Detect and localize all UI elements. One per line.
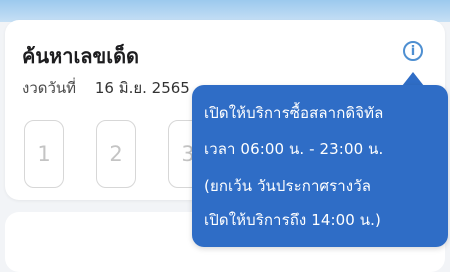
digit-box-1[interactable]: 1 <box>24 120 64 188</box>
tooltip-line-1: เปิดให้บริการซื้อสลากดิจิทัล <box>204 104 384 122</box>
draw-date-value: 16 มิ.ย. 2565 <box>94 79 190 97</box>
draw-date-row: งวดวันที่ 16 มิ.ย. 2565 <box>22 76 190 100</box>
tooltip-arrow <box>402 72 424 86</box>
tooltip-line-2: เวลา 06:00 น. - 23:00 น. <box>204 140 384 158</box>
tooltip-line-4: เปิดให้บริการถึง 14:00 น.) <box>204 211 381 229</box>
header-background <box>0 0 450 22</box>
info-icon[interactable]: i <box>403 41 423 61</box>
card-title: ค้นหาเลขเด็ด <box>22 44 140 68</box>
service-hours-tooltip: เปิดให้บริการซื้อสลากดิจิทัล เวลา 06:00 … <box>192 85 448 247</box>
draw-date-label: งวดวันที่ <box>22 79 77 97</box>
digit-box-2[interactable]: 2 <box>96 120 136 188</box>
tooltip-line-3: (ยกเว้น วันประกาศรางวัล <box>204 177 372 195</box>
